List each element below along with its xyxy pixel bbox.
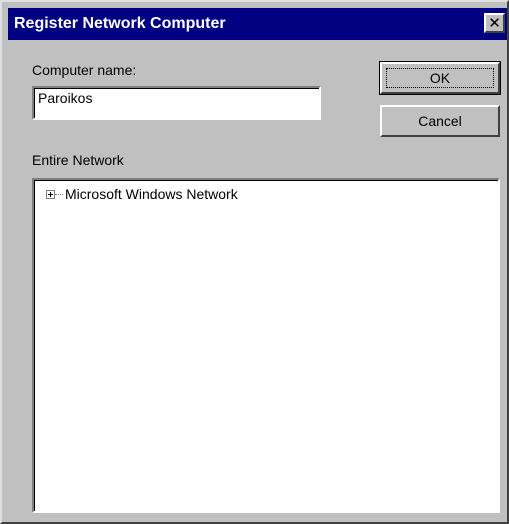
register-network-computer-dialog: Register Network Computer ✕ Computer nam… bbox=[0, 0, 509, 524]
entire-network-label: Entire Network bbox=[32, 152, 124, 168]
close-icon: ✕ bbox=[488, 14, 501, 32]
tree-connector-line bbox=[55, 194, 63, 195]
title-bar[interactable]: Register Network Computer ✕ bbox=[8, 8, 507, 40]
network-tree-view[interactable]: Microsoft Windows Network bbox=[32, 178, 500, 513]
tree-item-label: Microsoft Windows Network bbox=[65, 186, 238, 202]
expand-plus-icon[interactable] bbox=[46, 190, 55, 199]
ok-button-label: OK bbox=[429, 70, 451, 86]
close-button[interactable]: ✕ bbox=[484, 13, 505, 33]
cancel-button-label: Cancel bbox=[418, 113, 462, 129]
ok-button[interactable]: OK bbox=[379, 61, 501, 95]
window-title: Register Network Computer bbox=[14, 15, 226, 32]
computer-name-label: Computer name: bbox=[32, 62, 137, 78]
cancel-button[interactable]: Cancel bbox=[380, 105, 500, 137]
computer-name-input[interactable] bbox=[32, 86, 321, 120]
